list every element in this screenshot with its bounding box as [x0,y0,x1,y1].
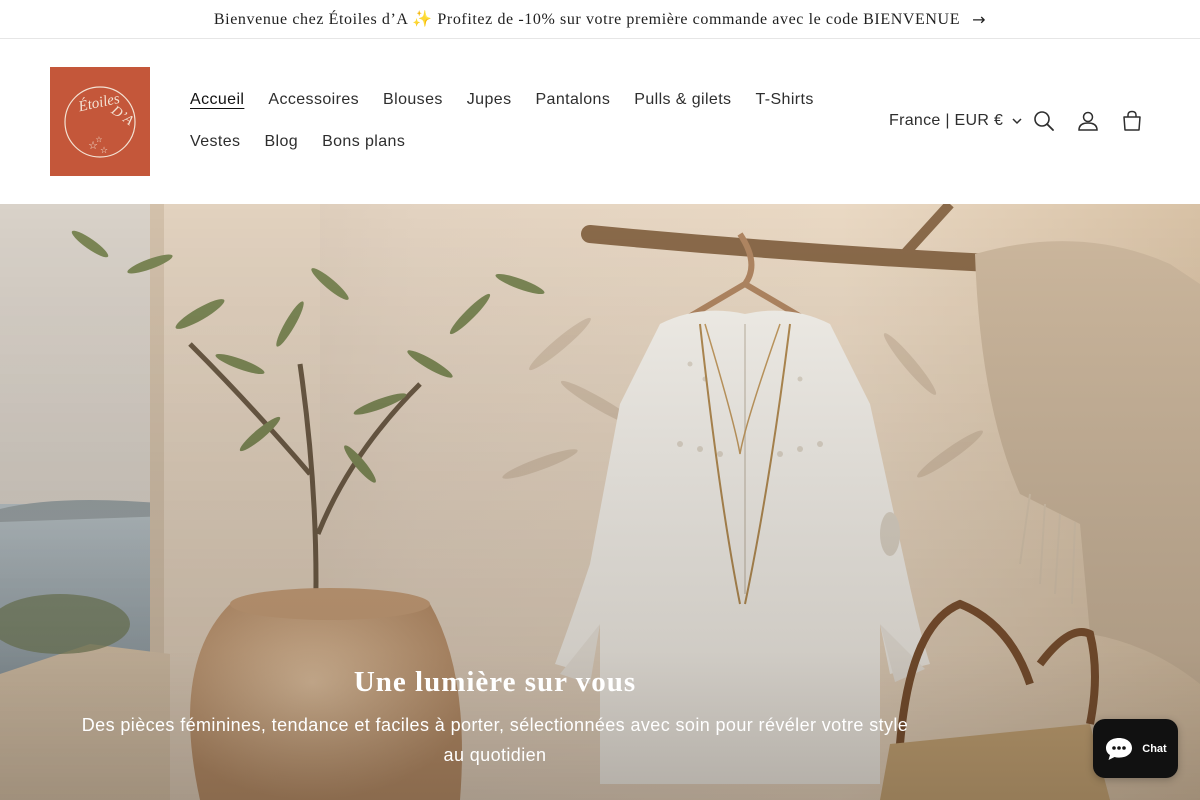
chat-bubble-icon [1106,737,1133,760]
search-button[interactable] [1030,107,1058,135]
svg-text:☆: ☆ [95,135,102,144]
cart-button[interactable] [1118,107,1146,135]
chat-button[interactable]: Chat [1093,719,1178,778]
announcement-text[interactable]: Bienvenue chez Étoiles d’A ✨ Profitez de… [214,9,960,29]
nav-item-blouses[interactable]: Blouses [371,79,455,121]
nav-item-blog[interactable]: Blog [252,121,310,163]
locale-label: France | EUR € [889,112,1004,129]
nav-item-pulls-gilets[interactable]: Pulls & gilets [622,79,743,121]
site-header: Étoiles D’A ☆ ☆ ☆ Accueil Accessoires Bl… [0,39,1200,204]
nav-item-accessoires[interactable]: Accessoires [256,79,371,121]
svg-text:☆: ☆ [100,146,108,156]
main-nav: Accueil Accessoires Blouses Jupes Pantal… [178,79,818,163]
nav-item-jupes[interactable]: Jupes [455,79,524,121]
cart-icon [1123,110,1141,131]
nav-item-bons-plans[interactable]: Bons plans [310,121,417,163]
nav-row-1: Accueil Accessoires Blouses Jupes Pantal… [178,79,818,121]
logo-emblem: Étoiles D’A ☆ ☆ ☆ [50,67,150,176]
account-button[interactable] [1074,107,1102,135]
arrow-right-icon[interactable]: → [972,10,986,29]
brand-logo[interactable]: Étoiles D’A ☆ ☆ ☆ [50,67,150,176]
chevron-down-icon [1012,118,1022,125]
nav-item-t-shirts[interactable]: T-Shirts [743,79,825,121]
hero-subtitle: Des pièces féminines, tendance et facile… [81,715,909,765]
locale-selector[interactable]: France | EUR € [889,109,1023,133]
hero-title: Une lumière sur vous [353,666,637,698]
chat-label: Chat [1142,742,1167,755]
announcement-bar[interactable]: Bienvenue chez Étoiles d’A ✨ Profitez de… [0,0,1200,39]
hero-banner: Une lumière sur vous Des pièces féminine… [0,204,1200,800]
nav-item-pantalons[interactable]: Pantalons [523,79,622,121]
nav-item-accueil[interactable]: Accueil [178,79,256,121]
nav-row-2: Vestes Blog Bons plans [178,121,818,163]
search-icon [1034,111,1054,131]
nav-item-vestes[interactable]: Vestes [178,121,252,163]
account-icon [1078,111,1098,131]
